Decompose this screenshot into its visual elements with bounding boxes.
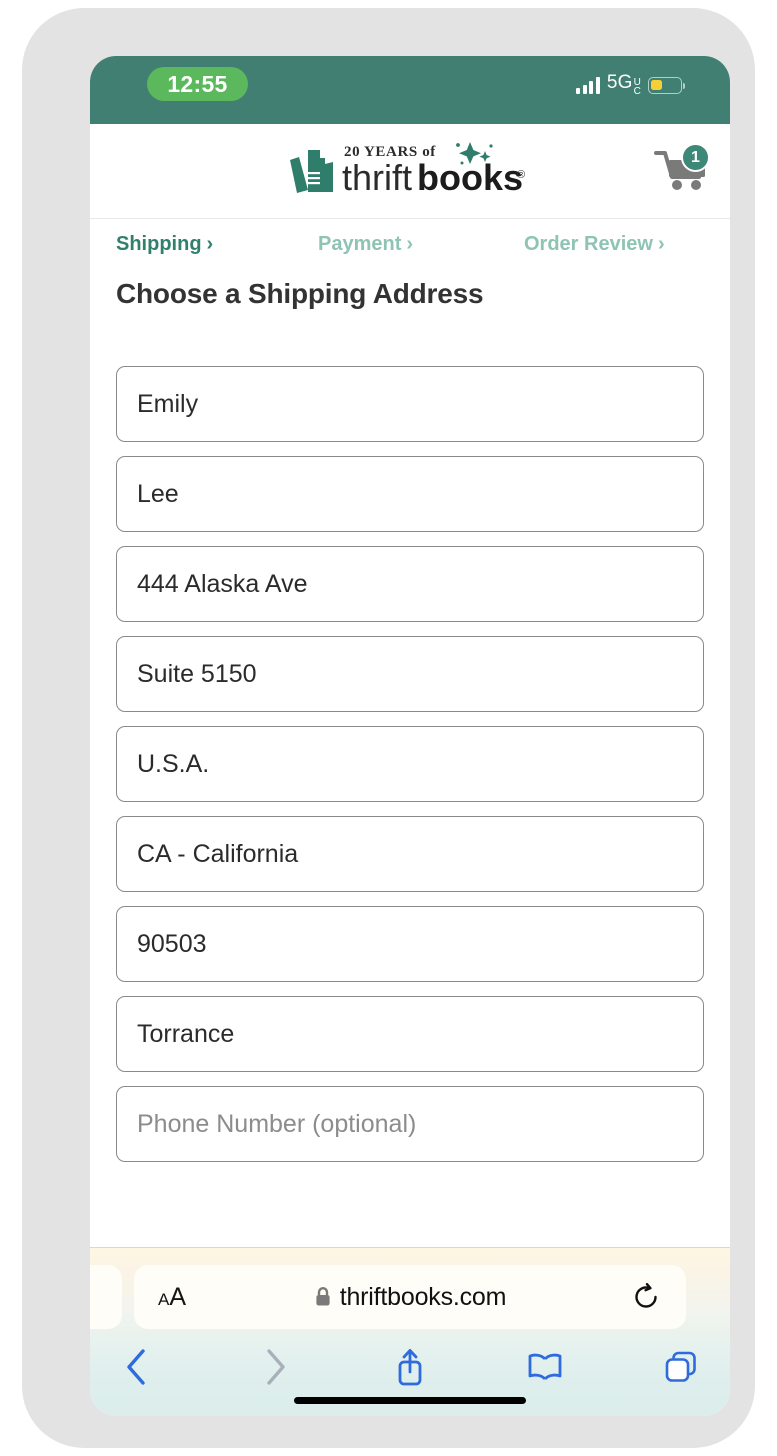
checkout-breadcrumb: Shipping › Payment › Order Review › [90,218,730,270]
cart-button[interactable]: 1 [654,143,712,196]
forward-button[interactable] [252,1344,298,1390]
postal-code-input[interactable] [116,906,704,982]
stacked-books-icon [290,150,333,193]
network-type-label: 5G U C [606,72,641,97]
phone-number-input[interactable] [116,1086,704,1162]
status-time: 12:55 [167,70,228,97]
book-icon [528,1353,562,1381]
last-name-input[interactable] [116,456,704,532]
tabs-button[interactable] [658,1344,704,1390]
adjacent-tab-peek[interactable] [90,1265,122,1329]
chevron-left-icon [127,1349,145,1385]
reload-button[interactable] [632,1283,660,1311]
status-time-pill: 12:55 [147,67,248,101]
url-text: thriftbooks.com [339,1282,507,1311]
phone-screen: 12:55 5G U C 20 YEARS of thrift books ® … [90,56,730,1416]
phone-frame: 12:55 5G U C 20 YEARS of thrift books ® … [22,8,755,1448]
tabs-icon [665,1351,696,1382]
state-input[interactable] [116,816,704,892]
share-button[interactable] [387,1344,433,1390]
chevron-right-icon [267,1349,285,1385]
breadcrumb-step-shipping[interactable]: Shipping › [116,233,213,256]
chevron-right-icon: › [657,232,665,255]
bookmarks-button[interactable] [522,1344,568,1390]
browser-toolbar [90,1344,730,1392]
city-input[interactable] [116,996,704,1072]
logo-brand-light: thrift [342,157,412,198]
cellular-signal-icon [576,77,600,94]
country-input[interactable] [116,726,704,802]
address-line1-input[interactable] [116,546,704,622]
back-button[interactable] [114,1344,160,1390]
home-indicator [294,1397,526,1404]
reload-icon [635,1283,657,1308]
page-title: Choose a Shipping Address [116,278,484,309]
breadcrumb-label-order-review: Order Review [524,232,653,255]
lock-icon [316,1287,330,1306]
status-bar: 12:55 5G U C [90,56,730,124]
cart-badge: 1 [681,143,710,172]
logo-brand-bold: books [417,157,523,198]
share-icon [398,1349,422,1386]
battery-low-power-icon [648,77,685,94]
breadcrumb-label-payment: Payment [318,232,402,255]
status-indicators: 5G U C [576,72,685,99]
site-header: 20 YEARS of thrift books ® 1 [90,124,730,219]
url-display: thriftbooks.com [134,1283,686,1312]
logo-registered-mark: ® [517,169,525,181]
breadcrumb-step-order-review[interactable]: Order Review › [524,233,665,256]
address-line2-input[interactable] [116,636,704,712]
browser-chrome: AA thriftbooks.com [90,1247,730,1416]
network-sub-label: U C [633,77,641,97]
thriftbooks-logo[interactable]: 20 YEARS of thrift books ® [286,138,536,200]
breadcrumb-label-shipping: Shipping [116,232,202,255]
chevron-right-icon: › [406,232,414,255]
chevron-right-icon: › [206,232,214,255]
url-bar[interactable]: AA thriftbooks.com [134,1265,686,1329]
first-name-input[interactable] [116,366,704,442]
shipping-address-form [116,366,704,1176]
breadcrumb-step-payment[interactable]: Payment › [318,233,413,256]
